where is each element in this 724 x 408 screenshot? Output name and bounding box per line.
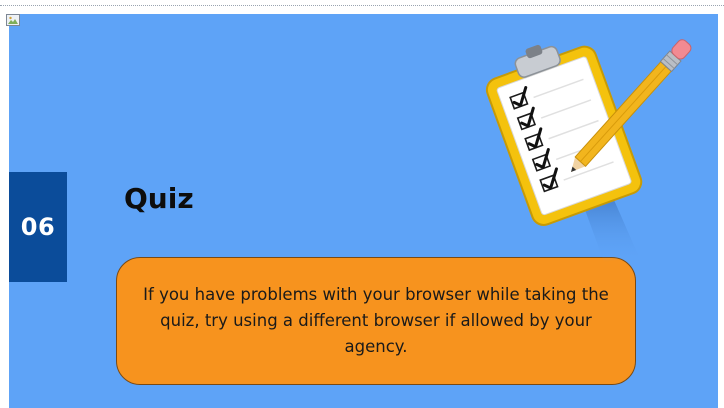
clipboard-checklist-illustration [485,39,692,262]
section-number: 06 [20,213,56,241]
illustration-shadow [584,200,639,262]
slide: 06 Quiz If you have problems with your b… [9,14,718,408]
broken-image-icon [6,14,20,26]
top-dotted-border [0,5,724,6]
slide-title: Quiz [124,182,194,215]
section-number-badge: 06 [9,172,67,282]
callout-text: If you have problems with your browser w… [143,285,609,356]
callout-box: If you have problems with your browser w… [116,257,636,385]
